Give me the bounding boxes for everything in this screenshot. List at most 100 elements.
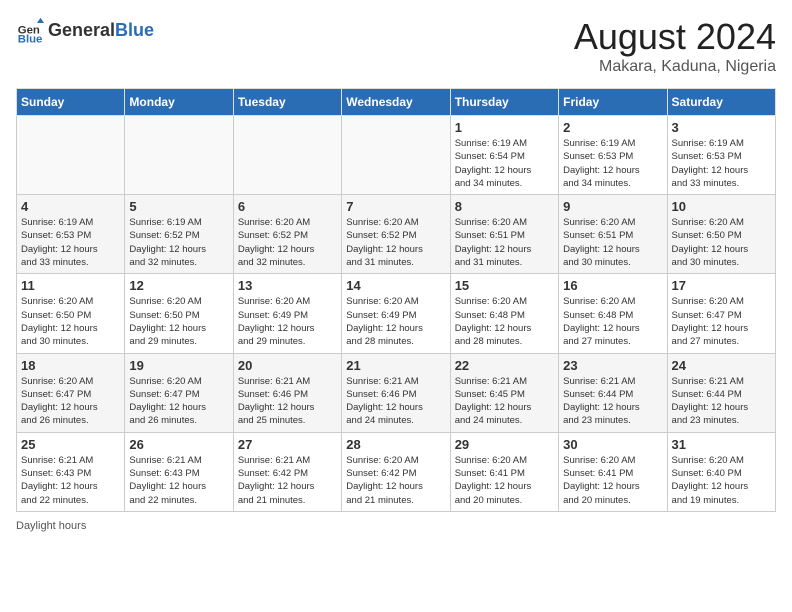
weekday-header: Monday	[125, 89, 233, 116]
day-number: 13	[238, 278, 337, 293]
day-detail: Sunrise: 6:20 AM Sunset: 6:41 PM Dayligh…	[455, 454, 554, 507]
day-number: 19	[129, 358, 228, 373]
calendar-cell: 5Sunrise: 6:19 AM Sunset: 6:52 PM Daylig…	[125, 195, 233, 274]
calendar-week-row: 25 Sunrise: 6:21 AM Sunset: 6:43 PM Dayli…	[17, 432, 776, 511]
calendar-cell	[342, 116, 450, 195]
title-block: August 2024 Makara, Kaduna, Nigeria	[574, 16, 776, 76]
calendar-cell: 30 Sunrise: 6:20 AM Sunset: 6:41 PM Dayli…	[559, 432, 667, 511]
day-number: 23	[563, 358, 662, 373]
logo-blue: Blue	[115, 20, 154, 41]
calendar-cell: 10 Sunrise: 6:20 AM Sunset: 6:50 PM Dayli…	[667, 195, 775, 274]
calendar-cell: 11 Sunrise: 6:20 AM Sunset: 6:50 PM Dayli…	[17, 274, 125, 353]
calendar-cell: 9 Sunrise: 6:20 AM Sunset: 6:51 PM Daylig…	[559, 195, 667, 274]
day-number: 16	[563, 278, 662, 293]
day-detail: Sunrise: 6:20 AM Sunset: 6:47 PM Dayligh…	[21, 375, 120, 428]
day-number: 14	[346, 278, 445, 293]
day-number: 1	[455, 120, 554, 135]
calendar-cell: 13 Sunrise: 6:20 AM Sunset: 6:49 PM Dayli…	[233, 274, 341, 353]
day-number: 4	[21, 199, 120, 214]
day-number: 22	[455, 358, 554, 373]
day-number: 26	[129, 437, 228, 452]
day-number: 7	[346, 199, 445, 214]
day-detail: Sunrise: 6:21 AM Sunset: 6:45 PM Dayligh…	[455, 375, 554, 428]
day-detail: Sunrise: 6:20 AM Sunset: 6:51 PM Dayligh…	[563, 216, 662, 269]
calendar-cell: 7 Sunrise: 6:20 AM Sunset: 6:52 PM Daylig…	[342, 195, 450, 274]
day-detail: Sunrise: 6:20 AM Sunset: 6:50 PM Dayligh…	[672, 216, 771, 269]
day-detail: Sunrise: 6:20 AM Sunset: 6:48 PM Dayligh…	[455, 295, 554, 348]
day-detail: Sunrise: 6:21 AM Sunset: 6:43 PM Dayligh…	[129, 454, 228, 507]
day-number: 3	[672, 120, 771, 135]
calendar-cell: 12 Sunrise: 6:20 AM Sunset: 6:50 PM Dayli…	[125, 274, 233, 353]
day-detail: Sunrise: 6:20 AM Sunset: 6:49 PM Dayligh…	[238, 295, 337, 348]
calendar-cell: 28Sunrise: 6:20 AM Sunset: 6:42 PM Dayli…	[342, 432, 450, 511]
day-detail: Sunrise: 6:20 AM Sunset: 6:50 PM Dayligh…	[129, 295, 228, 348]
day-detail: Sunrise: 6:20 AM Sunset: 6:41 PM Dayligh…	[563, 454, 662, 507]
day-detail: Sunrise: 6:19 AM Sunset: 6:54 PM Dayligh…	[455, 137, 554, 190]
day-number: 25	[21, 437, 120, 452]
calendar-cell: 3 Sunrise: 6:19 AM Sunset: 6:53 PM Daylig…	[667, 116, 775, 195]
day-number: 28	[346, 437, 445, 452]
day-number: 12	[129, 278, 228, 293]
calendar-cell: 17Sunrise: 6:20 AM Sunset: 6:47 PM Dayli…	[667, 274, 775, 353]
page-subtitle: Makara, Kaduna, Nigeria	[574, 58, 776, 76]
day-detail: Sunrise: 6:20 AM Sunset: 6:47 PM Dayligh…	[672, 295, 771, 348]
calendar-header-row: SundayMondayTuesdayWednesdayThursdayFrid…	[17, 89, 776, 116]
day-number: 29	[455, 437, 554, 452]
day-number: 20	[238, 358, 337, 373]
calendar-cell: 6 Sunrise: 6:20 AM Sunset: 6:52 PM Daylig…	[233, 195, 341, 274]
day-detail: Sunrise: 6:20 AM Sunset: 6:52 PM Dayligh…	[346, 216, 445, 269]
calendar-week-row: 4 Sunrise: 6:19 AM Sunset: 6:53 PM Daylig…	[17, 195, 776, 274]
day-number: 8	[455, 199, 554, 214]
day-number: 5	[129, 199, 228, 214]
day-number: 18	[21, 358, 120, 373]
weekday-header: Thursday	[450, 89, 558, 116]
day-number: 31	[672, 437, 771, 452]
logo-icon: Gen Blue	[16, 16, 44, 44]
calendar-cell: 8Sunrise: 6:20 AM Sunset: 6:51 PM Daylig…	[450, 195, 558, 274]
calendar-cell	[125, 116, 233, 195]
calendar-cell	[233, 116, 341, 195]
calendar-cell: 14 Sunrise: 6:20 AM Sunset: 6:49 PM Dayli…	[342, 274, 450, 353]
logo-general: General	[48, 20, 115, 41]
page-header: Gen Blue GeneralBlue August 2024 Makara,…	[16, 16, 776, 76]
day-number: 10	[672, 199, 771, 214]
calendar-cell: 18 Sunrise: 6:20 AM Sunset: 6:47 PM Dayli…	[17, 353, 125, 432]
calendar-cell: 23 Sunrise: 6:21 AM Sunset: 6:44 PM Dayli…	[559, 353, 667, 432]
svg-text:Blue: Blue	[18, 33, 43, 44]
day-number: 24	[672, 358, 771, 373]
day-detail: Sunrise: 6:20 AM Sunset: 6:50 PM Dayligh…	[21, 295, 120, 348]
weekday-header: Wednesday	[342, 89, 450, 116]
calendar-cell: 16 Sunrise: 6:20 AM Sunset: 6:48 PM Dayli…	[559, 274, 667, 353]
day-detail: Sunrise: 6:19 AM Sunset: 6:53 PM Dayligh…	[672, 137, 771, 190]
day-detail: Sunrise: 6:20 AM Sunset: 6:48 PM Dayligh…	[563, 295, 662, 348]
day-detail: Sunrise: 6:21 AM Sunset: 6:42 PM Dayligh…	[238, 454, 337, 507]
day-detail: Sunrise: 6:19 AM Sunset: 6:53 PM Dayligh…	[563, 137, 662, 190]
day-number: 9	[563, 199, 662, 214]
calendar-cell: 25Sunrise: 6:21 AM Sunset: 6:43 PM Dayli…	[17, 432, 125, 511]
day-detail: Sunrise: 6:20 AM Sunset: 6:52 PM Dayligh…	[238, 216, 337, 269]
calendar-week-row: 1 Sunrise: 6:19 AM Sunset: 6:54 PM Daylig…	[17, 116, 776, 195]
day-number: 2	[563, 120, 662, 135]
calendar-week-row: 11 Sunrise: 6:20 AM Sunset: 6:50 PM Dayli…	[17, 274, 776, 353]
day-number: 11	[21, 278, 120, 293]
day-number: 30	[563, 437, 662, 452]
weekday-header: Friday	[559, 89, 667, 116]
day-detail: Sunrise: 6:19 AM Sunset: 6:53 PM Dayligh…	[21, 216, 120, 269]
daylight-footer: Daylight hours	[16, 520, 776, 532]
calendar-cell: 26 Sunrise: 6:21 AM Sunset: 6:43 PM Dayli…	[125, 432, 233, 511]
calendar-cell: 2 Sunrise: 6:19 AM Sunset: 6:53 PM Daylig…	[559, 116, 667, 195]
day-detail: Sunrise: 6:20 AM Sunset: 6:49 PM Dayligh…	[346, 295, 445, 348]
calendar-cell: 24 Sunrise: 6:21 AM Sunset: 6:44 PM Dayli…	[667, 353, 775, 432]
calendar-cell: 15Sunrise: 6:20 AM Sunset: 6:48 PM Dayli…	[450, 274, 558, 353]
day-detail: Sunrise: 6:20 AM Sunset: 6:47 PM Dayligh…	[129, 375, 228, 428]
day-number: 6	[238, 199, 337, 214]
calendar-week-row: 18 Sunrise: 6:20 AM Sunset: 6:47 PM Dayli…	[17, 353, 776, 432]
day-detail: Sunrise: 6:21 AM Sunset: 6:44 PM Dayligh…	[672, 375, 771, 428]
day-detail: Sunrise: 6:21 AM Sunset: 6:46 PM Dayligh…	[346, 375, 445, 428]
calendar-table: SundayMondayTuesdayWednesdayThursdayFrid…	[16, 88, 776, 512]
weekday-header: Saturday	[667, 89, 775, 116]
calendar-cell: 1 Sunrise: 6:19 AM Sunset: 6:54 PM Daylig…	[450, 116, 558, 195]
day-detail: Sunrise: 6:21 AM Sunset: 6:44 PM Dayligh…	[563, 375, 662, 428]
day-detail: Sunrise: 6:20 AM Sunset: 6:40 PM Dayligh…	[672, 454, 771, 507]
calendar-cell: 22 Sunrise: 6:21 AM Sunset: 6:45 PM Dayli…	[450, 353, 558, 432]
